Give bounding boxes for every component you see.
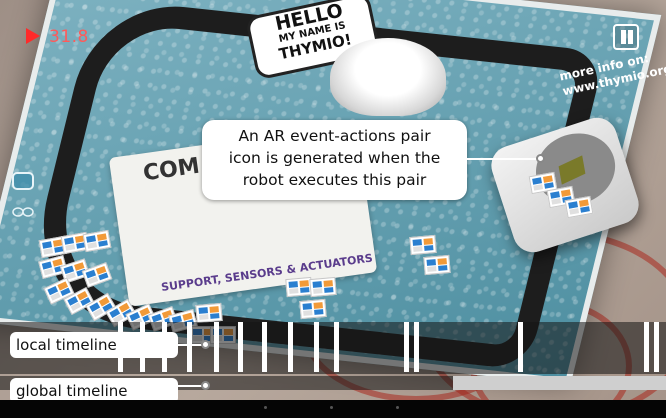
local-timeline-text: local timeline: [16, 336, 117, 354]
map-icon[interactable]: [12, 172, 34, 190]
pause-icon: [621, 30, 626, 44]
nav-back-icon[interactable]: [264, 406, 267, 409]
global-timeline-text: global timeline: [16, 382, 128, 400]
callout-line-1: An AR event-actions pair: [238, 127, 431, 145]
event-action-pair-icon[interactable]: [423, 254, 451, 276]
event-action-pair-icon[interactable]: [299, 298, 327, 320]
local-timeline-tick: [314, 322, 319, 372]
local-timeline-tick: [288, 322, 293, 372]
callout-line-2: icon is generated when the: [228, 149, 441, 167]
local-timeline-tick: [262, 322, 267, 372]
callout-leader-line: [464, 158, 540, 160]
local-anchor-dot: [201, 340, 210, 349]
pause-icon: [628, 30, 633, 44]
global-leader-line: [176, 385, 204, 387]
play-triangle-icon[interactable]: [26, 28, 40, 44]
nav-home-icon[interactable]: [330, 406, 333, 409]
event-action-pair-icon[interactable]: [195, 302, 223, 324]
event-action-pair-icon[interactable]: [309, 276, 337, 298]
glasses-icon[interactable]: [12, 206, 34, 218]
card-title: COM: [141, 153, 202, 187]
local-timeline-tick: [414, 322, 419, 372]
printed-robot-image: [330, 38, 446, 116]
callout-anchor-dot: [536, 154, 545, 163]
event-action-pair-icon[interactable]: [409, 234, 437, 256]
pause-button[interactable]: [613, 24, 639, 50]
local-timeline-tick: [238, 322, 243, 372]
local-timeline-tick: [187, 322, 192, 372]
system-nav-bar: [0, 400, 666, 418]
local-timeline-tick: [644, 322, 649, 372]
annotation-callout: An AR event-actions pair icon is generat…: [202, 120, 467, 200]
nav-recent-icon[interactable]: [396, 406, 399, 409]
local-timeline-tick: [334, 322, 339, 372]
time-readout: 31.8: [49, 27, 89, 47]
local-timeline-tick: [214, 322, 219, 372]
local-leader-line: [176, 344, 204, 346]
local-timeline-tick: [518, 322, 523, 372]
local-timeline-tick: [404, 322, 409, 372]
global-anchor-dot: [201, 381, 210, 390]
callout-line-3: robot executes this pair: [242, 171, 427, 189]
local-timeline-tick: [654, 322, 659, 372]
local-timeline-label: local timeline: [10, 332, 178, 358]
global-timeline-progress: [453, 376, 666, 390]
